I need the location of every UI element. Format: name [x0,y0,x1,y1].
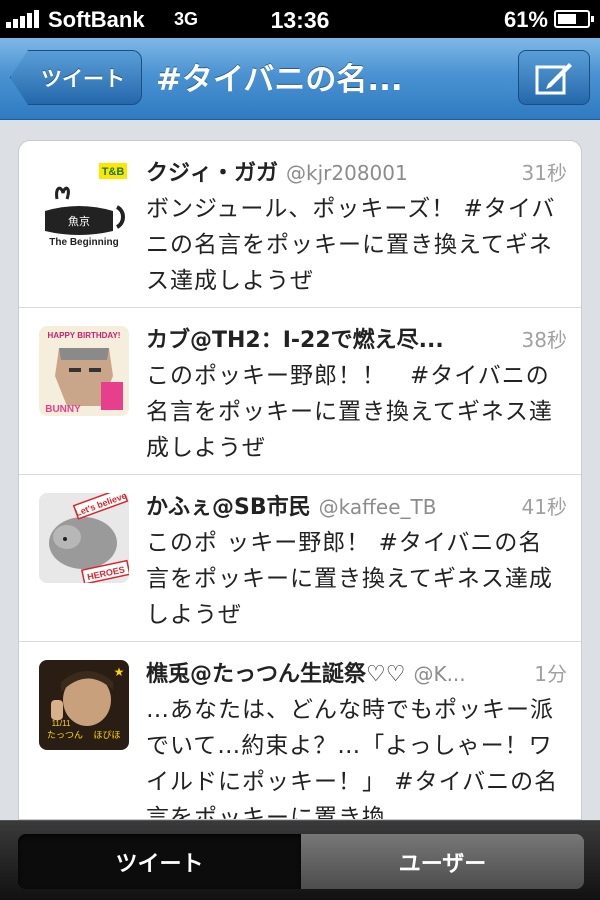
tweet-time: 1分 [534,662,567,686]
tweet-author-name: クジィ・ガガ [146,161,279,186]
avatar[interactable]: 11/11 たっつん ほぴほ ★ [39,660,129,750]
tweet-author-handle: @K... [413,662,466,686]
tab-tweets[interactable]: ツイート [18,834,301,889]
tweet-author-handle: @kaffee_TB [318,495,437,519]
tweet-text: このポッキー野郎！！ #タイバニの名言をポッキーに置き換えてギネス達成しようぜ [146,363,553,461]
tweet-text: このポ ッキー野郎！ #タイバニの名言をポッキーに置き換えてギネス達成しようぜ [146,530,553,628]
tweet-row[interactable]: HAPPY BIRTHDAY! BUNNY カブ@TH2：I-22で燃え尽...… [19,308,581,475]
avatar-text: ほぴほ [93,730,120,741]
avatar[interactable]: T&B 魚京 The Beginning [39,159,129,249]
tweet-time: 41秒 [521,495,567,519]
tweet-author: 樵兎@たっつん生誕祭♡♡ @K... [146,656,466,688]
battery-icon [554,10,594,28]
tweet-row[interactable]: Let's believe HEROES かふぇ@SB市民 @kaffee_TB … [19,475,581,642]
avatar-text: HAPPY BIRTHDAY! [48,331,121,340]
tweet-author-name: かふぇ@SB市民 [146,495,311,520]
battery-percentage: 61% [503,7,548,32]
avatar-text: The Beginning [49,237,118,248]
svg-text:★: ★ [114,665,125,679]
tweet-row[interactable]: 11/11 たっつん ほぴほ ★ 樵兎@たっつん生誕祭♡♡ @K... 1分 …あ… [19,642,581,820]
tab-bar: ツイート ユーザー [0,820,600,900]
tweet-timeline[interactable]: T&B 魚京 The Beginning クジィ・ガガ @kjr208001 31… [18,140,582,820]
tweet-row[interactable]: T&B 魚京 The Beginning クジィ・ガガ @kjr208001 31… [19,141,581,308]
avatar[interactable]: Let's believe HEROES [39,493,129,583]
tweet-time: 31秒 [521,161,567,185]
avatar-text: T&B [102,166,125,178]
tweet-author: かふぇ@SB市民 @kaffee_TB [146,489,436,521]
avatar[interactable]: HAPPY BIRTHDAY! BUNNY [39,326,129,416]
tweet-author-name: 樵兎@たっつん生誕祭♡♡ [146,662,406,687]
avatar-text: たっつん [47,730,83,741]
navigation-bar: ツイート #タイバニの名... [0,38,600,120]
tweet-text: ボンジュール、ポッキーズ！ #タイバニの名言をポッキーに置き換えてギネス達成しよ… [146,196,556,294]
status-bar: SoftBank 3G 13:36 61% [0,0,600,38]
tab-users[interactable]: ユーザー [301,834,584,889]
tweet-author: カブ@TH2：I-22で燃え尽... [146,322,452,354]
avatar-text: BUNNY [45,404,81,415]
avatar-text: 魚京 [68,214,90,228]
tweet-author-name: カブ@TH2：I-22で燃え尽... [146,328,444,353]
compose-button[interactable] [518,50,590,105]
back-button[interactable]: ツイート [10,50,142,105]
compose-icon [535,62,572,94]
tweet-author-handle: @kjr208001 [286,161,408,185]
avatar-text: 11/11 [52,719,71,728]
page-title: #タイバニの名... [156,62,403,98]
tweet-author: クジィ・ガガ @kjr208001 [146,155,408,187]
tweet-text: …あなたは、どんな時でもポッキー派でいて…約束よ？…「よっしゃー！ワイルドにポッ… [146,697,559,820]
tweet-time: 38秒 [521,328,567,352]
